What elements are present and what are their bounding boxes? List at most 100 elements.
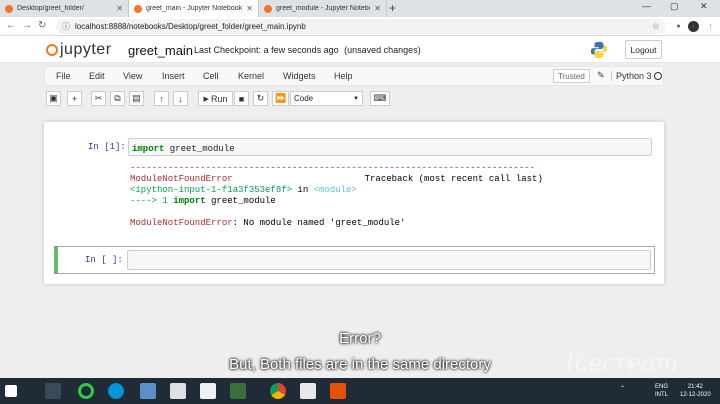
file-app-icon[interactable] [140, 383, 156, 399]
recorder-watermark: Icecream [565, 349, 679, 377]
notes-app-icon[interactable] [170, 383, 186, 399]
notebook-name[interactable]: greet_main [128, 43, 193, 58]
back-icon[interactable]: ← [6, 20, 16, 31]
jupyter-favicon-icon [5, 4, 13, 13]
sync-app-icon[interactable] [78, 383, 94, 399]
save-icon[interactable]: ▣ [46, 91, 61, 106]
kernel-name[interactable]: Python 3 [611, 71, 652, 81]
menu-bar: File Edit View Insert Cell Kernel Widget… [44, 66, 664, 86]
close-window-button[interactable]: ✕ [700, 1, 708, 12]
run-icon: ▶ [203, 95, 209, 103]
logo-text: jupyter [60, 41, 112, 58]
traceback-divider: ----------------------------------------… [130, 163, 535, 173]
jupyter-favicon-icon [134, 4, 142, 13]
menu-widgets[interactable]: Widgets [283, 71, 316, 81]
logout-button[interactable]: Logout [625, 40, 662, 59]
move-up-icon[interactable]: ↑ [154, 91, 169, 106]
code-text: greet_module [164, 144, 235, 154]
error-name: ModuleNotFoundError [130, 174, 233, 184]
interrupt-kernel-icon[interactable]: ■ [234, 91, 249, 106]
address-bar: ← → ↻ ⓘ localhost:8888/notebooks/Desktop… [0, 17, 720, 36]
menu-help[interactable]: Help [334, 71, 353, 81]
cell-type-select[interactable]: Code ▼ [290, 91, 363, 106]
copy-icon[interactable]: ⧉ [110, 91, 125, 106]
restart-kernel-icon[interactable]: ↻ [253, 91, 268, 106]
language-indicator[interactable]: ENG INTL [655, 383, 668, 399]
code-keyword: import [132, 144, 165, 154]
extension-icon[interactable]: ● [673, 21, 684, 32]
selected-empty-cell[interactable]: In [ ]: [54, 246, 655, 274]
ipython-input-ref: <ipython-input-1-f1a3f353ef8f> [130, 185, 293, 195]
kernel-idle-indicator-icon [654, 72, 662, 80]
recorder-app-icon[interactable] [330, 383, 346, 399]
url-field[interactable]: ⓘ localhost:8888/notebooks/Desktop/greet… [56, 19, 666, 34]
close-tab-icon[interactable]: ✕ [246, 4, 253, 13]
hp-icon[interactable] [108, 383, 124, 399]
maximize-button[interactable]: ▢ [670, 1, 679, 12]
python-logo-icon [590, 41, 608, 59]
forward-icon[interactable]: → [22, 20, 32, 31]
traceback-dashes: ----------------------------------------… [130, 163, 536, 173]
browser-tab-strip: Desktop/greet_folder/ ✕ greet_main - Jup… [0, 0, 720, 17]
error-message-line: ModuleNotFoundError: No module named 'gr… [130, 218, 405, 228]
browser-tab-greet-module[interactable]: greet_module - Jupyter Notebo... ✕ [259, 0, 387, 17]
jupyter-logo[interactable]: jupyter [46, 41, 112, 59]
keyboard-layout: INTL [655, 392, 669, 398]
menu-file[interactable]: File [56, 71, 71, 81]
tab-title: greet_main - Jupyter Notebook [146, 5, 243, 12]
terminal-app-icon[interactable] [230, 383, 246, 399]
clock-date: 12-12-2020 [680, 392, 711, 398]
traceback-location: <ipython-input-1-f1a3f353ef8f> in <modul… [130, 185, 357, 195]
cell-prompt: In [1]: [88, 142, 126, 152]
notebook-toolbar: ▣ + ✂ ⧉ ▤ ↑ ↓ ▶ Run ■ ↻ ⏩ Code ▼ ⌨ [44, 88, 664, 110]
arrow-keyword: import [173, 196, 206, 206]
jupyter-favicon-icon [264, 4, 272, 13]
paste-icon[interactable]: ▤ [129, 91, 144, 106]
browser-tab-folder[interactable]: Desktop/greet_folder/ ✕ [0, 0, 129, 17]
cut-icon[interactable]: ✂ [91, 91, 106, 106]
tab-title: greet_module - Jupyter Notebo... [276, 5, 371, 12]
run-button[interactable]: ▶ Run [198, 91, 233, 106]
tab-title: Desktop/greet_folder/ [17, 5, 84, 12]
code-cell-input[interactable] [127, 250, 651, 270]
move-down-icon[interactable]: ↓ [173, 91, 188, 106]
system-tray-arrow-icon[interactable]: ⌃ [620, 385, 625, 393]
browser-menu-icon[interactable]: ⋮ [705, 21, 716, 32]
reload-icon[interactable]: ↻ [38, 20, 46, 31]
traceback-header: ModuleNotFoundError Traceback (most recen… [130, 174, 543, 184]
info-icon[interactable]: ⓘ [62, 21, 70, 32]
edit-mode-pencil-icon: ✎ [597, 70, 605, 80]
browser-tab-greet-main[interactable]: greet_main - Jupyter Notebook ✕ [129, 0, 259, 17]
notebook-container: In [1]: import greet_module ------------… [44, 122, 664, 284]
menu-view[interactable]: View [123, 71, 142, 81]
cell-prompt: In [ ]: [85, 255, 123, 265]
piano-app-icon[interactable] [200, 383, 216, 399]
menu-cell[interactable]: Cell [203, 71, 219, 81]
menu-kernel[interactable]: Kernel [238, 71, 264, 81]
minimize-button[interactable]: — [642, 1, 651, 11]
caption-line-1: Error? [339, 330, 381, 347]
traceback-label: Traceback (most recent call last) [364, 174, 543, 184]
paint-app-icon[interactable] [300, 383, 316, 399]
restart-run-all-icon[interactable]: ⏩ [272, 91, 290, 106]
search-icon[interactable] [45, 383, 61, 399]
command-palette-keyboard-icon[interactable]: ⌨ [370, 91, 390, 106]
error-name: ModuleNotFoundError [130, 218, 233, 228]
close-tab-icon[interactable]: ✕ [374, 4, 381, 13]
clock[interactable]: 21:42 12-12-2020 [680, 383, 711, 399]
insert-cell-below-icon[interactable]: + [67, 91, 82, 106]
traceback-arrow-line: ----> 1 import greet_module [130, 196, 276, 206]
windows-start-icon[interactable] [5, 385, 17, 397]
chrome-icon[interactable] [270, 383, 286, 399]
trusted-badge[interactable]: Trusted [553, 69, 590, 83]
code-cell-input[interactable]: import greet_module [128, 138, 652, 156]
arrow-marker: ----> 1 [130, 196, 174, 206]
bookmark-star-icon[interactable]: ☆ [652, 21, 660, 32]
menu-edit[interactable]: Edit [89, 71, 105, 81]
language-code: ENG [655, 384, 669, 390]
new-tab-button[interactable]: + [389, 1, 396, 15]
menu-insert[interactable]: Insert [162, 71, 185, 81]
profile-avatar-icon[interactable]: · [688, 21, 699, 32]
checkpoint-status: Last Checkpoint: a few seconds ago (unsa… [194, 45, 421, 55]
close-tab-icon[interactable]: ✕ [116, 4, 123, 13]
